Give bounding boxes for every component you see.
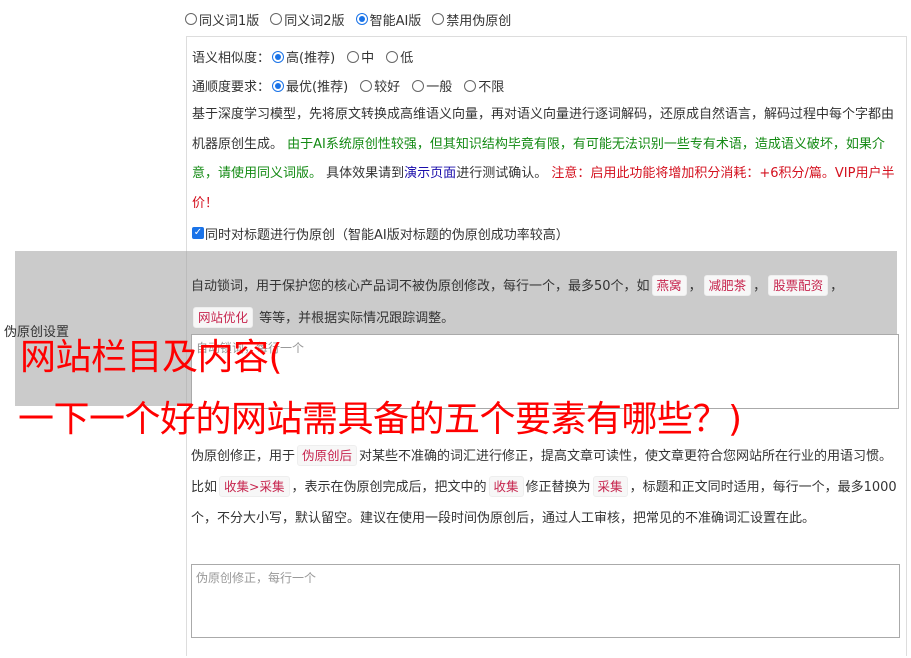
radio-circle[interactable] [185,13,197,25]
fluency-option-good[interactable]: 较好 [360,76,400,95]
fluency-option-label: 一般 [426,80,453,95]
fix-desc-text: 修正替换为 [525,480,591,495]
fluency-label: 通顺度要求： [192,80,271,95]
ai-description: 基于深度学习模型，先将原文转换成高维语义向量，再对语义向量进行逐词解码，还原成自… [192,100,902,218]
similarity-option-medium[interactable]: 中 [347,47,374,66]
radio-circle[interactable] [464,79,477,92]
example-tag: 收集>采集 [219,476,290,497]
mode-radio-group: 同义词1版 同义词2版 智能AI版 禁用伪原创 [185,9,522,29]
example-tag: 收集 [488,476,524,497]
similarity-option-high[interactable]: 高(推荐) [272,47,335,66]
similarity-option-low[interactable]: 低 [386,47,413,66]
mode-option-label: 同义词1版 [199,13,260,29]
lock-words-description: 自动锁词，用于保护您的核心产品词不被伪原创修改，每行一个，最多50个，如 燕窝，减… [191,271,903,335]
fix-desc-text: ，表示在伪原创完成后，把文中的 [291,480,487,495]
description-text: 具体效果请到 [326,166,405,181]
mode-option-label: 禁用伪原创 [446,13,512,29]
example-tag: 燕窝 [651,275,687,296]
example-tag: 伪原创后 [297,445,358,466]
checkbox-checked-icon[interactable]: ✓ [192,227,204,239]
fluency-option-label: 最优(推荐) [286,80,349,95]
lock-desc-text: 自动锁词，用于保护您的核心产品词不被伪原创修改，每行一个，最多50个，如 [191,279,650,294]
mode-option-disable[interactable]: 禁用伪原创 [432,10,511,29]
fluency-option-label: 不限 [478,80,505,95]
fluency-row: 通顺度要求： 最优(推荐) 较好 一般 不限 [192,71,902,100]
radio-circle[interactable] [386,50,399,63]
mode-option-label: 智能AI版 [369,13,422,29]
description-text: 进行测试确认。 [456,166,548,181]
overlay-title-line1: 网站栏目及内容( [20,337,283,378]
ai-settings-content: 语义相似度： 高(推荐) 中 低 通顺度要求： 最优(推荐) 较好 一般 不限 … [192,37,902,247]
example-tag: 采集 [592,476,628,497]
mode-option-synonym-2[interactable]: 同义词2版 [270,10,345,29]
title-rewrite-checkbox-row[interactable]: ✓ 同时对标题进行伪原创（智能AI版对标题的伪原创成功率较高） [192,219,902,247]
overlay-title-line2: 一下一个好的网站需具备的五个要素有哪些？) [18,399,742,440]
correction-placeholder: 伪原创修正，每行一个 [196,571,317,585]
radio-circle[interactable] [412,79,425,92]
mode-option-synonym-1[interactable]: 同义词1版 [185,10,259,29]
radio-circle[interactable] [432,13,445,25]
fluency-option-any[interactable]: 不限 [464,76,504,95]
similarity-option-label: 高(推荐) [286,51,336,66]
correction-description: 伪原创修正，用于 伪原创后 对某些不准确的词汇进行修正，提高文章可读性，使文章更符合… [191,441,903,534]
correction-textarea[interactable]: 伪原创修正，每行一个 [191,564,900,638]
fix-desc-text: 伪原创修正，用于 [191,449,296,464]
title-rewrite-label: 同时对标题进行伪原创（智能AI版对标题的伪原创成功率较高） [205,227,569,243]
similarity-option-label: 中 [361,51,375,66]
fluency-option-normal[interactable]: 一般 [412,76,452,95]
similarity-label: 语义相似度： [192,51,271,66]
similarity-row: 语义相似度： 高(推荐) 中 低 [192,42,902,71]
radio-circle-checked[interactable] [272,50,285,63]
example-tag: 股票配资 [768,275,829,296]
fluency-option-best[interactable]: 最优(推荐) [272,76,348,95]
mode-option-smart-ai[interactable]: 智能AI版 [355,10,422,29]
example-tag: 网站优化 [193,307,254,328]
radio-circle-checked[interactable] [355,13,368,25]
lock-desc-text: 等等，并根据实际情况跟踪调整。 [259,311,455,326]
radio-circle[interactable] [360,79,373,92]
radio-circle[interactable] [270,13,283,25]
similarity-option-label: 低 [400,51,414,66]
radio-circle[interactable] [347,50,360,63]
radio-circle-checked[interactable] [272,79,285,92]
mode-option-label: 同义词2版 [284,13,345,29]
fluency-option-label: 较好 [374,80,401,95]
demo-page-link[interactable]: 演示页面 [404,166,456,181]
example-tag: 减肥茶 [703,275,752,296]
